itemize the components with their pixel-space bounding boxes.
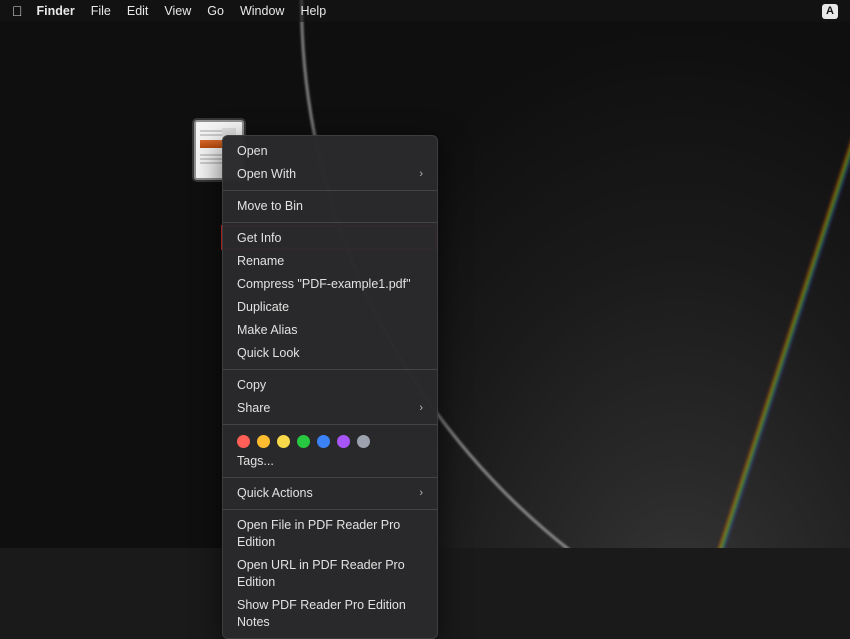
- menu-separator: [223, 424, 437, 425]
- menu-item-label: Share: [237, 400, 270, 417]
- app-name[interactable]: Finder: [37, 4, 75, 18]
- menu-item-open-url-in-pdf-reader-pro-edition[interactable]: Open URL in PDF Reader Pro Edition: [223, 554, 437, 594]
- menubar:  Finder File Edit View Go Window Help A: [0, 0, 850, 22]
- tag-color-dot[interactable]: [337, 435, 350, 448]
- menu-item-label: Get Info: [237, 230, 281, 247]
- input-source-indicator[interactable]: A: [822, 4, 838, 19]
- tag-color-row: [223, 429, 437, 450]
- menu-item-label: Rename: [237, 253, 284, 270]
- menu-item-label: Open: [237, 143, 268, 160]
- apple-menu-icon[interactable]: : [12, 3, 23, 19]
- menu-item-show-pdf-reader-pro-edition-notes[interactable]: Show PDF Reader Pro Edition Notes: [223, 594, 437, 634]
- context-menu: Open Open With › Move to Bin Get Info Rename C…: [222, 135, 438, 639]
- menu-item-get-info[interactable]: Get Info: [223, 227, 437, 250]
- chevron-right-icon: ›: [419, 485, 423, 502]
- menu-file[interactable]: File: [91, 4, 111, 18]
- tag-color-dot[interactable]: [257, 435, 270, 448]
- menu-go[interactable]: Go: [207, 4, 224, 18]
- tag-color-dot[interactable]: [237, 435, 250, 448]
- menu-item-label: Show PDF Reader Pro Edition Notes: [237, 597, 423, 631]
- menu-item-label: Open File in PDF Reader Pro Edition: [237, 517, 423, 551]
- menu-item-open-file-in-pdf-reader-pro-edition[interactable]: Open File in PDF Reader Pro Edition: [223, 514, 437, 554]
- menu-item-quick-actions[interactable]: Quick Actions ›: [223, 482, 437, 505]
- menu-item-label: Move to Bin: [237, 198, 303, 215]
- menu-item-label: Duplicate: [237, 299, 289, 316]
- chevron-right-icon: ›: [419, 400, 423, 417]
- tag-color-dot[interactable]: [357, 435, 370, 448]
- menu-edit[interactable]: Edit: [127, 4, 149, 18]
- menu-item-label: Quick Actions: [237, 485, 313, 502]
- menu-item-duplicate[interactable]: Duplicate: [223, 296, 437, 319]
- menu-item-rename[interactable]: Rename: [223, 250, 437, 273]
- menu-item-open[interactable]: Open: [223, 140, 437, 163]
- menu-separator: [223, 369, 437, 370]
- menu-item-copy[interactable]: Copy: [223, 374, 437, 397]
- chevron-right-icon: ›: [419, 166, 423, 183]
- menu-item-quick-look[interactable]: Quick Look: [223, 342, 437, 365]
- menu-help[interactable]: Help: [300, 4, 326, 18]
- tag-color-dot[interactable]: [317, 435, 330, 448]
- menu-view[interactable]: View: [164, 4, 191, 18]
- menu-item-label: Make Alias: [237, 322, 297, 339]
- tag-color-dot[interactable]: [277, 435, 290, 448]
- menu-separator: [223, 222, 437, 223]
- menu-item-move-to-bin[interactable]: Move to Bin: [223, 195, 437, 218]
- menu-item-share[interactable]: Share ›: [223, 397, 437, 420]
- menu-item-label: Open URL in PDF Reader Pro Edition: [237, 557, 423, 591]
- menu-item-label: Open With: [237, 166, 296, 183]
- menu-item-label: Quick Look: [237, 345, 300, 362]
- menu-item-label: Tags...: [237, 453, 274, 470]
- menu-separator: [223, 477, 437, 478]
- menu-item-tags[interactable]: Tags...: [223, 450, 437, 473]
- menu-separator: [223, 509, 437, 510]
- menu-window[interactable]: Window: [240, 4, 284, 18]
- menu-item-label: Compress "PDF-example1.pdf": [237, 276, 411, 293]
- menu-item-label: Copy: [237, 377, 266, 394]
- menu-item-compress-pdf-example1-pdf[interactable]: Compress "PDF-example1.pdf": [223, 273, 437, 296]
- menu-item-open-with[interactable]: Open With ›: [223, 163, 437, 186]
- menu-item-make-alias[interactable]: Make Alias: [223, 319, 437, 342]
- menu-separator: [223, 190, 437, 191]
- tag-color-dot[interactable]: [297, 435, 310, 448]
